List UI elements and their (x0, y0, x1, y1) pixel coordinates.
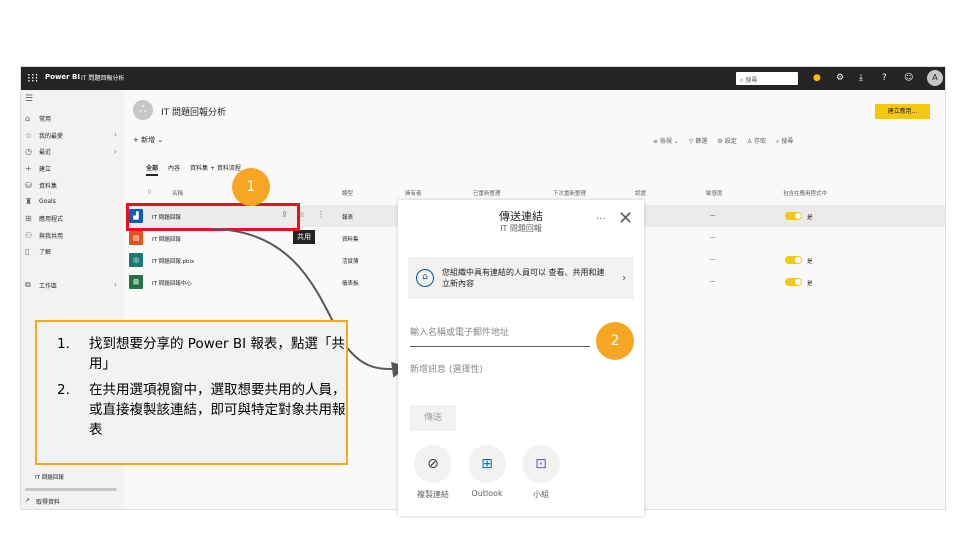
copy-link-option[interactable]: ⊘ 複製連結 (408, 445, 458, 500)
link-settings-button[interactable]: ⌂ 您組織中具有連結的人員可以 查看、共用和建立新內容 › (408, 257, 634, 299)
instruction-callout: 1. 找到想要分享的 Power BI 報表，點選「共用」 2. 在共用選項視窗… (35, 320, 348, 465)
instruction-step-1: 1. 找到想要分享的 Power BI 報表，點選「共用」 (51, 334, 346, 374)
share-panel-title: 傳送連結 (499, 210, 543, 223)
email-field[interactable]: 輸入名稱或電子郵件地址 (410, 325, 590, 347)
copy-link-icon: ⊘ (414, 445, 452, 483)
chevron-right-icon: › (622, 271, 627, 284)
teams-option[interactable]: ⊡ 小組 (516, 445, 566, 500)
instruction-step-2: 2. 在共用選項視窗中，選取想要共用的人員，或直接複製該連結，即可與特定對象共用… (51, 380, 346, 440)
share-panel-subtitle: IT 問題回報 (500, 224, 542, 233)
org-link-icon: ⌂ (416, 269, 434, 287)
step-text: 找到想要分享的 Power BI 報表，點選「共用」 (89, 336, 345, 372)
step-number: 2. (57, 382, 70, 398)
step-text: 在共用選項視窗中，選取想要共用的人員，或直接複製該連結，即可與特定對象共用報表 (89, 382, 346, 438)
step-marker-2: 2 (596, 322, 634, 360)
more-options-icon[interactable]: ··· (596, 214, 606, 225)
teams-label: 小組 (533, 490, 549, 499)
outlook-icon: ⊞ (468, 445, 506, 483)
copy-link-label: 複製連結 (417, 490, 449, 499)
outlook-label: Outlook (471, 489, 503, 498)
outlook-option[interactable]: ⊞ Outlook (462, 445, 512, 498)
message-field[interactable]: 新增訊息 (選擇性) (410, 362, 483, 375)
step-number: 1. (57, 336, 70, 352)
teams-icon: ⊡ (522, 445, 560, 483)
send-button[interactable]: 傳送 (410, 405, 456, 431)
link-settings-text: 您組織中具有連結的人員可以 查看、共用和建立新內容 (442, 268, 605, 288)
close-icon[interactable]: ✕ (618, 209, 633, 229)
